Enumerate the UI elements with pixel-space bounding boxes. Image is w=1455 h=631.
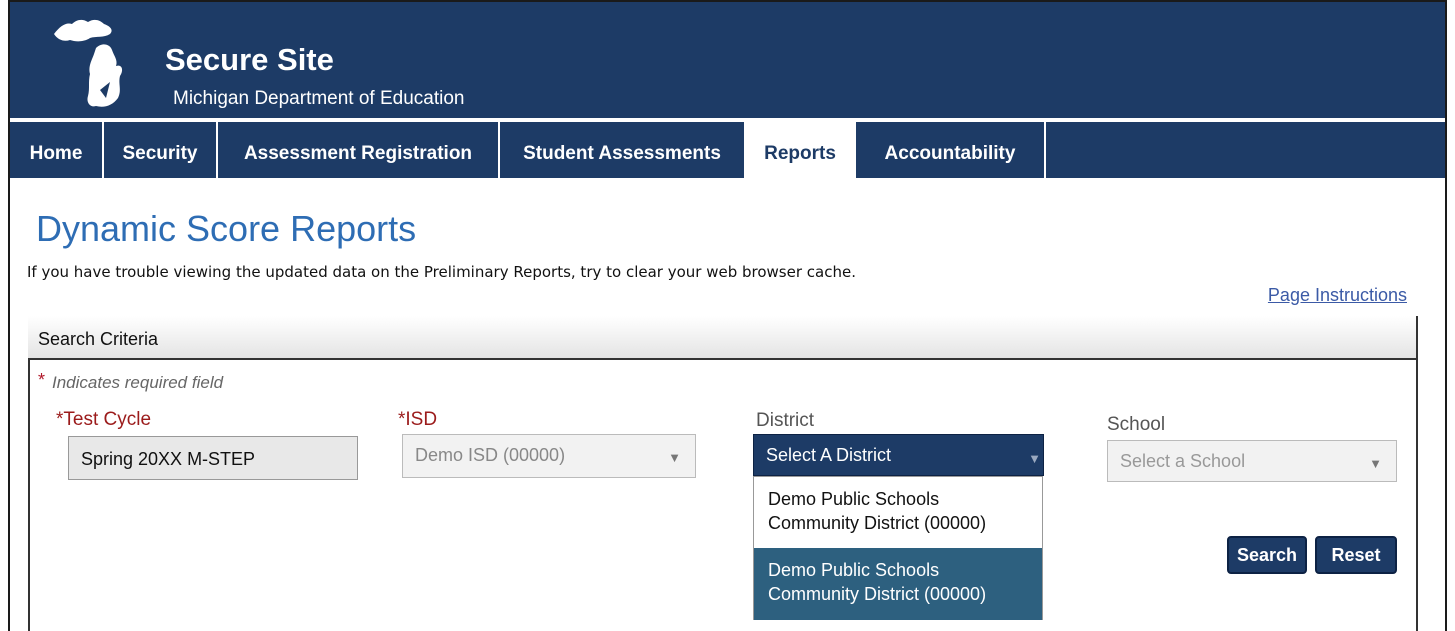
- district-option-line2: Community District (00000): [768, 513, 987, 533]
- nav-student-assessments[interactable]: Student Assessments: [500, 122, 746, 178]
- search-criteria-panel: * Indicates required field: [28, 358, 1418, 631]
- school-value: Select a School: [1120, 451, 1246, 471]
- search-criteria-header[interactable]: Search Criteria: [28, 316, 1418, 358]
- district-option-line1: Demo Public Schools: [768, 489, 940, 509]
- cache-notice: If you have trouble viewing the updated …: [27, 263, 856, 281]
- isd-label: *ISD: [398, 409, 438, 430]
- site-header: Secure Site Michigan Department of Educa…: [10, 0, 1445, 118]
- chevron-down-icon: ▼: [1369, 456, 1382, 471]
- reset-button[interactable]: Reset: [1315, 536, 1397, 574]
- chevron-down-icon: ▼: [668, 450, 681, 465]
- page-instructions-link[interactable]: Page Instructions: [1268, 285, 1407, 306]
- chevron-down-icon: ▼: [1028, 451, 1041, 466]
- nav-reports[interactable]: Reports: [746, 122, 856, 178]
- page-frame: Secure Site Michigan Department of Educa…: [8, 0, 1447, 631]
- required-note: Indicates required field: [52, 373, 224, 392]
- district-select[interactable]: Select A District ▼: [753, 434, 1044, 476]
- search-criteria-title: Search Criteria: [38, 329, 159, 349]
- district-option-highlighted[interactable]: Demo Public Schools Community District (…: [754, 548, 1042, 620]
- district-option-line1: Demo Public Schools: [768, 560, 940, 580]
- district-value: Select A District: [766, 445, 892, 465]
- required-asterisk: *: [38, 370, 46, 390]
- main-nav: Home Security Assessment Registration St…: [10, 120, 1445, 178]
- site-title: Secure Site: [165, 42, 334, 77]
- isd-value: Demo ISD (00000): [415, 445, 566, 465]
- district-option-line2: Community District (00000): [768, 584, 987, 604]
- nav-accountability[interactable]: Accountability: [856, 122, 1046, 178]
- school-select[interactable]: Select a School ▼: [1107, 440, 1397, 482]
- site-subtitle: Michigan Department of Education: [173, 88, 465, 109]
- nav-security[interactable]: Security: [104, 122, 218, 178]
- michigan-state-icon: [54, 19, 123, 107]
- district-option[interactable]: Demo Public Schools Community District (…: [754, 477, 1042, 548]
- test-cycle-field[interactable]: Spring 20XX M-STEP: [68, 436, 358, 480]
- isd-select[interactable]: Demo ISD (00000) ▼: [402, 434, 696, 478]
- school-label: School: [1107, 414, 1166, 435]
- nav-home[interactable]: Home: [10, 122, 104, 178]
- search-button[interactable]: Search: [1227, 536, 1307, 574]
- nav-assessment-registration[interactable]: Assessment Registration: [218, 122, 500, 178]
- test-cycle-value: Spring 20XX M-STEP: [81, 449, 256, 469]
- test-cycle-label: *Test Cycle: [56, 409, 152, 430]
- district-dropdown-list: Demo Public Schools Community District (…: [753, 476, 1043, 620]
- page-title: Dynamic Score Reports: [36, 208, 417, 249]
- district-label: District: [756, 410, 815, 431]
